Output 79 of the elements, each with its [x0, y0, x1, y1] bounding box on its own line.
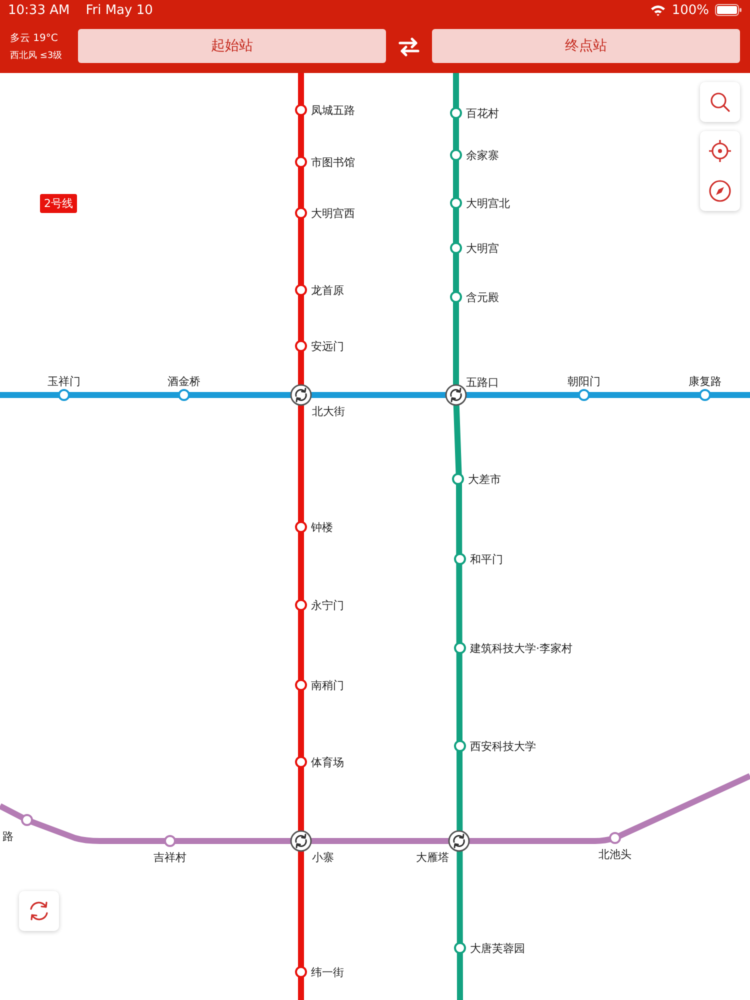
- weather-text: 多云 19°C: [10, 32, 58, 45]
- station-marker[interactable]: [452, 473, 464, 485]
- line-tag[interactable]: 2号线: [40, 194, 77, 213]
- station-marker[interactable]: [454, 642, 466, 654]
- station-label[interactable]: 大差市: [468, 473, 501, 486]
- station-marker[interactable]: [295, 207, 307, 219]
- refresh-button[interactable]: [19, 891, 59, 931]
- station-label[interactable]: 五路口: [466, 376, 499, 389]
- station-label[interactable]: 市图书馆: [311, 156, 355, 169]
- station-marker[interactable]: [164, 835, 176, 847]
- swap-icon[interactable]: [398, 36, 420, 56]
- station-label[interactable]: 大唐芙蓉园: [470, 942, 525, 955]
- station-marker[interactable]: [21, 814, 33, 826]
- station-label[interactable]: 龙首原: [311, 284, 344, 297]
- start-station-button[interactable]: 起始站: [78, 28, 386, 62]
- station-marker[interactable]: [58, 389, 70, 401]
- station-marker[interactable]: [295, 521, 307, 533]
- station-marker[interactable]: [699, 389, 711, 401]
- station-marker[interactable]: [450, 197, 462, 209]
- station-label[interactable]: 含元殿: [466, 291, 499, 304]
- refresh-icon[interactable]: [27, 899, 51, 923]
- station-marker[interactable]: [295, 156, 307, 168]
- station-marker[interactable]: [578, 389, 590, 401]
- station-marker[interactable]: [450, 242, 462, 254]
- interchange-icon[interactable]: [290, 830, 312, 852]
- station-marker[interactable]: [295, 756, 307, 768]
- station-label[interactable]: 大明宫: [466, 242, 499, 255]
- station-label[interactable]: 安远门: [311, 340, 344, 353]
- station-label[interactable]: 凤城五路: [311, 104, 355, 117]
- station-marker[interactable]: [450, 107, 462, 119]
- station-label[interactable]: 北池头: [598, 848, 632, 861]
- station-label[interactable]: 路: [2, 830, 14, 843]
- interchange-icon[interactable]: [445, 384, 467, 406]
- station-marker[interactable]: [295, 284, 307, 296]
- station-marker[interactable]: [609, 832, 621, 844]
- wifi-icon: [650, 4, 666, 16]
- station-label[interactable]: 小寨: [312, 851, 334, 864]
- station-marker[interactable]: [450, 149, 462, 161]
- station-label[interactable]: 钟楼: [311, 521, 333, 534]
- station-label[interactable]: 朝阳门: [568, 375, 600, 388]
- station-label[interactable]: 永宁门: [311, 599, 344, 612]
- wind-text: 西北风 ≤3级: [10, 50, 62, 62]
- station-marker[interactable]: [454, 942, 466, 954]
- station-label[interactable]: 体育场: [311, 756, 344, 769]
- station-marker[interactable]: [295, 966, 307, 978]
- status-date: Fri May 10: [86, 2, 153, 18]
- station-label[interactable]: 百花村: [466, 107, 499, 120]
- station-label[interactable]: 大雁塔: [416, 851, 449, 864]
- station-label[interactable]: 建筑科技大学·李家村: [470, 642, 572, 655]
- station-marker[interactable]: [178, 389, 190, 401]
- station-label[interactable]: 西安科技大学: [470, 740, 536, 753]
- station-label[interactable]: 玉祥门: [48, 375, 80, 388]
- station-label[interactable]: 大明宫北: [466, 197, 510, 210]
- locate-icon[interactable]: [708, 139, 732, 163]
- search-button[interactable]: [700, 82, 740, 122]
- interchange-icon[interactable]: [448, 830, 470, 852]
- interchange-icon[interactable]: [290, 384, 312, 406]
- end-station-button[interactable]: 终点站: [432, 28, 740, 62]
- status-time: 10:33 AM: [8, 2, 70, 18]
- compass-icon[interactable]: [708, 179, 732, 203]
- station-label[interactable]: 余家寨: [466, 149, 499, 162]
- station-marker[interactable]: [295, 340, 307, 352]
- station-marker[interactable]: [450, 291, 462, 303]
- station-label[interactable]: 和平门: [470, 553, 503, 566]
- station-marker[interactable]: [295, 679, 307, 691]
- battery-level: 100%: [672, 2, 709, 18]
- search-icon[interactable]: [709, 91, 731, 113]
- battery-icon: [715, 4, 742, 16]
- station-label[interactable]: 酒金桥: [168, 375, 200, 388]
- station-label[interactable]: 南稍门: [311, 679, 344, 692]
- station-label[interactable]: 康复路: [688, 375, 722, 388]
- station-label[interactable]: 纬一街: [311, 966, 344, 979]
- station-marker[interactable]: [454, 553, 466, 565]
- station-label[interactable]: 吉祥村: [154, 851, 186, 864]
- station-marker[interactable]: [295, 104, 307, 116]
- station-marker[interactable]: [295, 599, 307, 611]
- station-label[interactable]: 大明宫西: [311, 207, 355, 220]
- station-label[interactable]: 北大街: [312, 405, 345, 418]
- station-marker[interactable]: [454, 740, 466, 752]
